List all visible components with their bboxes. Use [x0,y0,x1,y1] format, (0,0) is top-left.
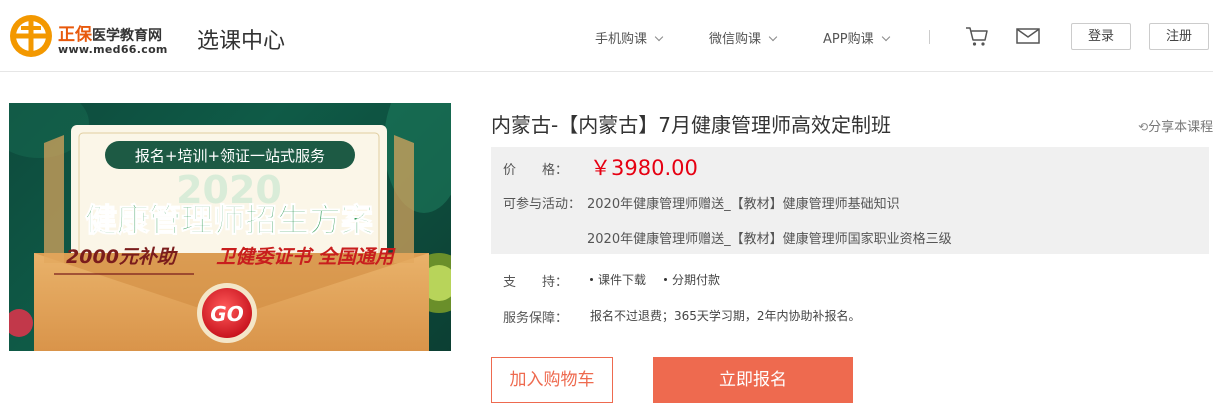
envelope-side [44,135,64,263]
register-button[interactable]: 注册 [1149,23,1209,50]
price-value: ￥3980.00 [590,156,698,180]
support-item: 分期付款 [664,271,720,288]
logo-brand: 正保医学教育网 [58,20,162,45]
add-to-cart-button[interactable]: 加入购物车 [491,357,613,403]
logo-url: www.med66.com [58,43,168,56]
login-button[interactable]: 登录 [1071,23,1131,50]
mail-icon[interactable] [1015,24,1041,48]
go-label: GO [210,302,243,326]
site-header: 正保医学教育网 www.med66.com 选课中心 手机购课 微信购课 APP… [0,0,1213,72]
share-icon: ⟲ [1138,120,1149,134]
service-text: 报名不过退费；365天学习期，2年内协助补报名。 [590,309,861,323]
banner-cert: 卫健委证书 全国通用 [216,246,396,268]
price-label: 价 格： [503,163,569,178]
banner-subsidy: 2000元补助 [66,246,179,268]
course-title: 内蒙古-【内蒙古】7月健康管理师高效定制班 [491,113,891,137]
enroll-now-button[interactable]: 立即报名 [653,357,853,403]
activity-label: 可参与活动： [503,197,582,212]
activity-item[interactable]: 2020年健康管理师赠送_【教材】健康管理师基础知识 [587,193,900,212]
course-banner[interactable]: 报名+培训+领证一站式服务 2020 健康管理师招生方案 2000元补助 卫健委… [9,103,451,351]
nav-divider [929,30,930,44]
support-text: 分期付款 [672,273,721,287]
chevron-down-icon [768,32,778,42]
service-label: 服务保障： [503,311,569,326]
logo-brand-name: 正保 [58,25,92,45]
bullet-icon [664,278,667,281]
banner-headline: 健康管理师招生方案 [85,201,374,239]
nav-label: 手机购课 [595,32,648,47]
nav-wechat-purchase[interactable]: 微信购课 [709,28,778,47]
logo-brand-suffix: 医学教育网 [92,28,162,44]
bullet-icon [590,278,593,281]
share-label: 分享本课程 [1148,120,1213,135]
activity-item[interactable]: 2020年健康管理师赠送_【教材】健康管理师国家职业资格三级 [587,228,952,247]
berry-decoration [9,309,33,337]
page-title: 选课中心 [197,29,286,54]
logo-icon[interactable] [9,14,53,58]
chevron-down-icon [881,32,890,42]
nav-app-purchase[interactable]: APP购课 [823,28,890,47]
support-label: 支 持： [503,275,569,290]
share-button[interactable]: ⟲分享本课程 [1138,116,1213,135]
envelope-side [394,135,414,263]
banner-artwork: 报名+培训+领证一站式服务 2020 健康管理师招生方案 2000元补助 卫健委… [9,103,451,351]
chevron-down-icon [654,32,664,42]
support-item: 课件下载 [590,271,646,288]
nav-label: 微信购课 [709,32,762,47]
cart-icon[interactable] [964,24,990,48]
nav-label: APP购课 [823,32,874,47]
banner-tagline: 报名+培训+领证一站式服务 [135,147,325,165]
nav-mobile-purchase[interactable]: 手机购课 [595,28,664,47]
support-text: 课件下载 [598,273,647,287]
